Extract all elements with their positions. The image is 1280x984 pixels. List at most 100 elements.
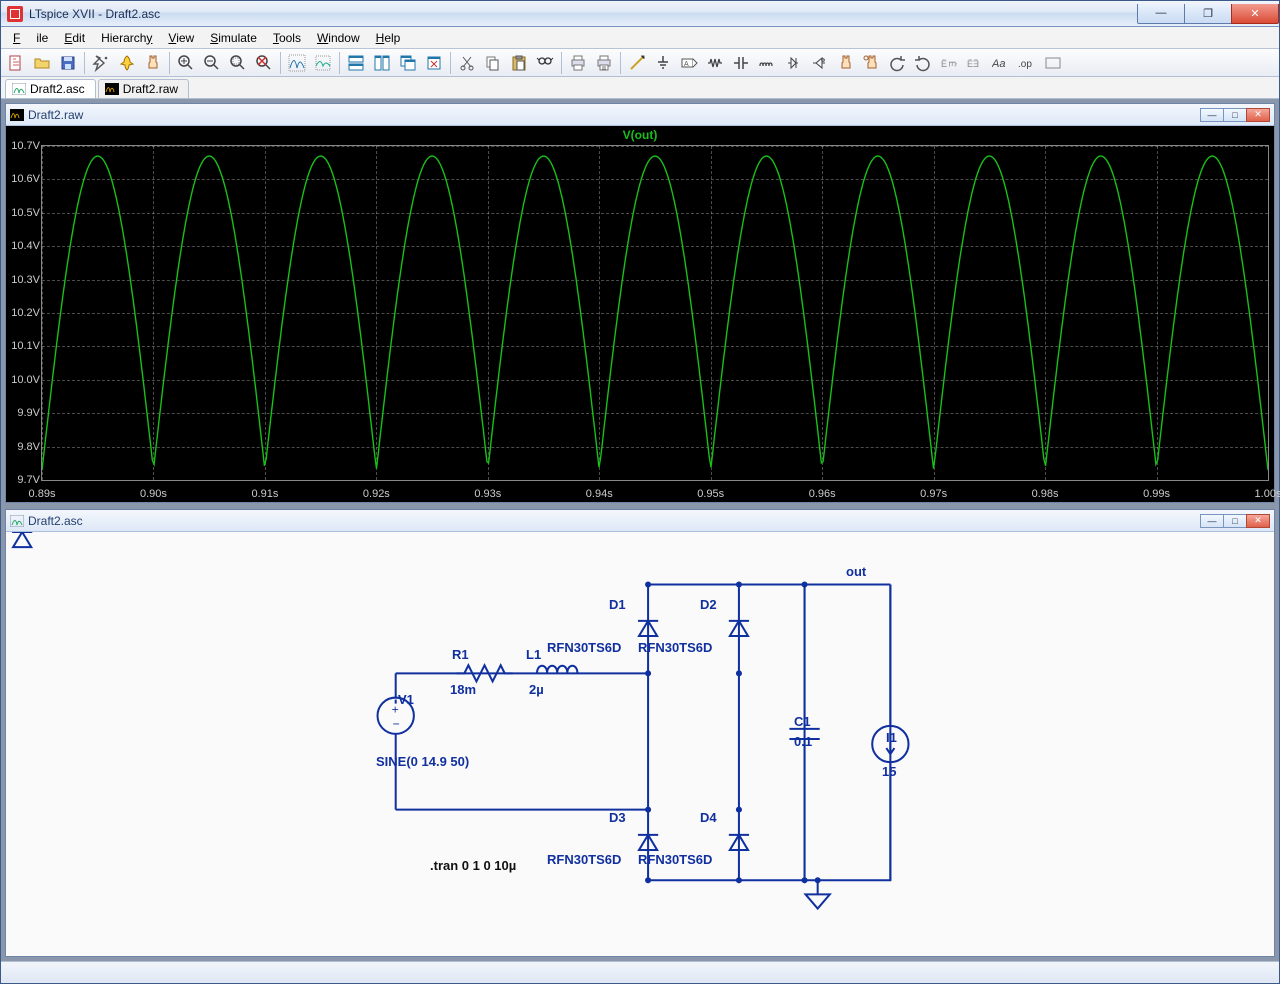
child-minimize-button[interactable]: — bbox=[1200, 108, 1224, 122]
menu-tools[interactable]: Tools bbox=[265, 29, 309, 47]
menu-help[interactable]: Help bbox=[368, 29, 409, 47]
text-icon[interactable]: Aa bbox=[988, 51, 1014, 75]
component-icon[interactable] bbox=[806, 51, 832, 75]
pan-icon[interactable] bbox=[140, 51, 166, 75]
rotate-icon[interactable]: ËË bbox=[936, 51, 962, 75]
drag-icon[interactable] bbox=[858, 51, 884, 75]
window-close-button[interactable]: ✕ bbox=[1231, 4, 1279, 24]
plot-ytick: 9.9V bbox=[6, 407, 40, 419]
menu-simulate[interactable]: Simulate bbox=[202, 29, 265, 47]
inductor-icon[interactable] bbox=[754, 51, 780, 75]
part-d4-model[interactable]: RFN30TS6D bbox=[638, 852, 712, 867]
menu-hierarchy[interactable]: Hierarchy bbox=[93, 29, 160, 47]
toolbar-separator bbox=[450, 52, 451, 74]
svg-text:Ë: Ë bbox=[967, 59, 973, 69]
mirror-icon[interactable]: ËË bbox=[962, 51, 988, 75]
save-icon[interactable] bbox=[55, 51, 81, 75]
cut-icon[interactable] bbox=[454, 51, 480, 75]
net-label-icon[interactable]: A bbox=[676, 51, 702, 75]
toolbar-separator bbox=[561, 52, 562, 74]
copy-icon[interactable] bbox=[480, 51, 506, 75]
part-d4-name[interactable]: D4 bbox=[700, 810, 717, 825]
child-minimize-button[interactable]: — bbox=[1200, 514, 1224, 528]
find-icon[interactable] bbox=[532, 51, 558, 75]
menubar: File Edit Hierarchy View Simulate Tools … bbox=[1, 27, 1279, 49]
zoom-clear-icon[interactable] bbox=[251, 51, 277, 75]
part-d1-name[interactable]: D1 bbox=[609, 597, 626, 612]
part-c1-name[interactable]: C1 bbox=[794, 714, 811, 729]
toolbar: A ËË ËË Aa .op bbox=[1, 49, 1279, 77]
part-v1-value[interactable]: SINE(0 14.9 50) bbox=[376, 754, 469, 769]
svg-text:Aa: Aa bbox=[992, 58, 1005, 70]
tab-schematic[interactable]: Draft2.asc bbox=[5, 79, 96, 98]
spice-directive[interactable]: .tran 0 1 0 10µ bbox=[430, 858, 516, 873]
window-minimize-button[interactable]: — bbox=[1137, 4, 1185, 24]
svg-text:Ë: Ë bbox=[941, 59, 947, 69]
move-icon[interactable] bbox=[832, 51, 858, 75]
close-window-icon[interactable] bbox=[421, 51, 447, 75]
open-icon[interactable] bbox=[29, 51, 55, 75]
menu-edit[interactable]: Edit bbox=[56, 29, 93, 47]
part-d2-name[interactable]: D2 bbox=[700, 597, 717, 612]
part-d1-model[interactable]: RFN30TS6D bbox=[547, 640, 621, 655]
part-l1-value[interactable]: 2µ bbox=[529, 682, 544, 697]
menu-window[interactable]: Window bbox=[309, 29, 368, 47]
part-v1-name[interactable]: V1 bbox=[398, 692, 414, 707]
part-d3-model[interactable]: RFN30TS6D bbox=[547, 852, 621, 867]
child-maximize-button[interactable]: □ bbox=[1223, 514, 1247, 528]
part-i1-name[interactable]: I1 bbox=[886, 730, 897, 745]
net-label-out[interactable]: out bbox=[846, 564, 866, 579]
cascade-icon[interactable] bbox=[395, 51, 421, 75]
part-r1-value[interactable]: 18m bbox=[450, 682, 476, 697]
autoscale-icon[interactable] bbox=[310, 51, 336, 75]
print-icon[interactable] bbox=[565, 51, 591, 75]
document-tabstrip: Draft2.asc Draft2.raw bbox=[1, 77, 1279, 99]
svg-text:.op: .op bbox=[1018, 59, 1032, 70]
pick-trace-icon[interactable] bbox=[284, 51, 310, 75]
app-icon bbox=[7, 6, 23, 22]
plot-xtick: 0.94s bbox=[586, 488, 613, 500]
plot-xtick: 0.91s bbox=[251, 488, 278, 500]
ground-icon[interactable] bbox=[650, 51, 676, 75]
redo-icon[interactable] bbox=[910, 51, 936, 75]
waveform-title-icon bbox=[10, 109, 24, 121]
new-schematic-icon[interactable] bbox=[3, 51, 29, 75]
svg-text:A: A bbox=[684, 61, 689, 68]
resistor-icon[interactable] bbox=[702, 51, 728, 75]
run-icon[interactable] bbox=[88, 51, 114, 75]
window-maximize-button[interactable]: ❐ bbox=[1184, 4, 1232, 24]
part-l1-name[interactable]: L1 bbox=[526, 647, 541, 662]
part-d2-model[interactable]: RFN30TS6D bbox=[638, 640, 712, 655]
more-icon[interactable] bbox=[1040, 51, 1066, 75]
tile-horizontal-icon[interactable] bbox=[343, 51, 369, 75]
halt-icon[interactable] bbox=[114, 51, 140, 75]
undo-icon[interactable] bbox=[884, 51, 910, 75]
zoom-extents-icon[interactable] bbox=[225, 51, 251, 75]
schematic-titlebar[interactable]: Draft2.asc — □ ✕ bbox=[6, 510, 1274, 532]
zoom-out-icon[interactable] bbox=[199, 51, 225, 75]
tab-waveform[interactable]: Draft2.raw bbox=[98, 79, 189, 98]
part-d3-name[interactable]: D3 bbox=[609, 810, 626, 825]
tile-vertical-icon[interactable] bbox=[369, 51, 395, 75]
plot-ytick: 10.0V bbox=[6, 374, 40, 386]
part-c1-value[interactable]: 0.1 bbox=[794, 734, 812, 749]
part-i1-value[interactable]: 15 bbox=[882, 764, 896, 779]
draw-wire-icon[interactable] bbox=[624, 51, 650, 75]
child-close-button[interactable]: ✕ bbox=[1246, 514, 1270, 528]
waveform-titlebar[interactable]: Draft2.raw — □ ✕ bbox=[6, 104, 1274, 126]
child-maximize-button[interactable]: □ bbox=[1223, 108, 1247, 122]
paste-icon[interactable] bbox=[506, 51, 532, 75]
part-r1-name[interactable]: R1 bbox=[452, 647, 469, 662]
diode-icon[interactable] bbox=[780, 51, 806, 75]
schematic-canvas[interactable]: + − bbox=[6, 532, 1274, 956]
plot-trace-label[interactable]: V(out) bbox=[6, 128, 1274, 142]
print-setup-icon[interactable] bbox=[591, 51, 617, 75]
toolbar-separator bbox=[620, 52, 621, 74]
child-close-button[interactable]: ✕ bbox=[1246, 108, 1270, 122]
spice-directive-icon[interactable]: .op bbox=[1014, 51, 1040, 75]
menu-file[interactable]: File bbox=[5, 29, 56, 47]
capacitor-icon[interactable] bbox=[728, 51, 754, 75]
menu-view[interactable]: View bbox=[160, 29, 202, 47]
plot-canvas[interactable]: V(out) 10.7V10.6V10.5V10.4V10.3V10.2V10.… bbox=[6, 126, 1274, 502]
zoom-in-icon[interactable] bbox=[173, 51, 199, 75]
